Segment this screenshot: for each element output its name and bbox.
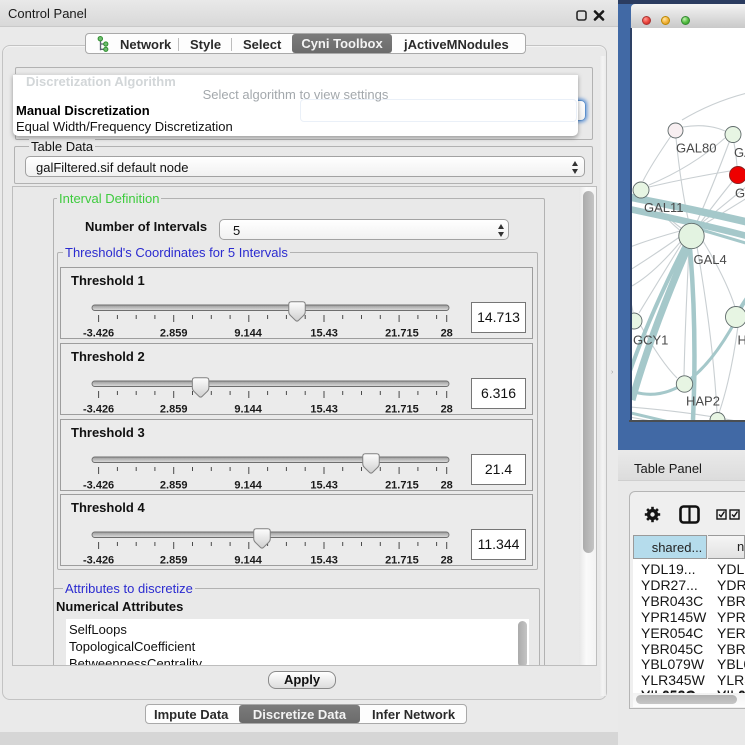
- svg-text:HAP2: HAP2: [686, 394, 720, 409]
- svg-text:28: 28: [441, 328, 453, 340]
- svg-text:GAL11: GAL11: [644, 200, 684, 215]
- svg-text:GCY1: GCY1: [633, 333, 668, 348]
- svg-text:15.43: 15.43: [310, 555, 338, 567]
- svg-text:-3.426: -3.426: [83, 555, 114, 567]
- svg-text:15.43: 15.43: [310, 404, 338, 416]
- svg-text:GA: GA: [734, 145, 745, 160]
- svg-text:15.43: 15.43: [310, 480, 338, 492]
- svg-text:H: H: [738, 333, 745, 348]
- svg-text:GAL80: GAL80: [676, 141, 716, 156]
- svg-text:9.144: 9.144: [234, 480, 262, 492]
- svg-text:-3.426: -3.426: [83, 404, 114, 416]
- svg-text:21.715: 21.715: [385, 555, 419, 567]
- svg-text:2.859: 2.859: [160, 480, 188, 492]
- svg-text:28: 28: [441, 555, 453, 567]
- svg-text:21.715: 21.715: [385, 404, 419, 416]
- svg-text:GAL4: GAL4: [694, 252, 727, 267]
- svg-text:21.715: 21.715: [385, 480, 419, 492]
- svg-text:2.859: 2.859: [160, 555, 188, 567]
- svg-text:21.715: 21.715: [385, 328, 419, 340]
- svg-text:2.859: 2.859: [160, 328, 188, 340]
- svg-text:-3.426: -3.426: [83, 328, 114, 340]
- svg-text:15.43: 15.43: [310, 328, 338, 340]
- svg-text:9.144: 9.144: [234, 404, 262, 416]
- svg-text:9.144: 9.144: [234, 555, 262, 567]
- svg-text:28: 28: [441, 404, 453, 416]
- svg-text:28: 28: [441, 480, 453, 492]
- svg-text:2.859: 2.859: [160, 404, 188, 416]
- svg-text:G: G: [735, 186, 745, 201]
- svg-text:9.144: 9.144: [234, 328, 262, 340]
- svg-text:-3.426: -3.426: [83, 480, 114, 492]
